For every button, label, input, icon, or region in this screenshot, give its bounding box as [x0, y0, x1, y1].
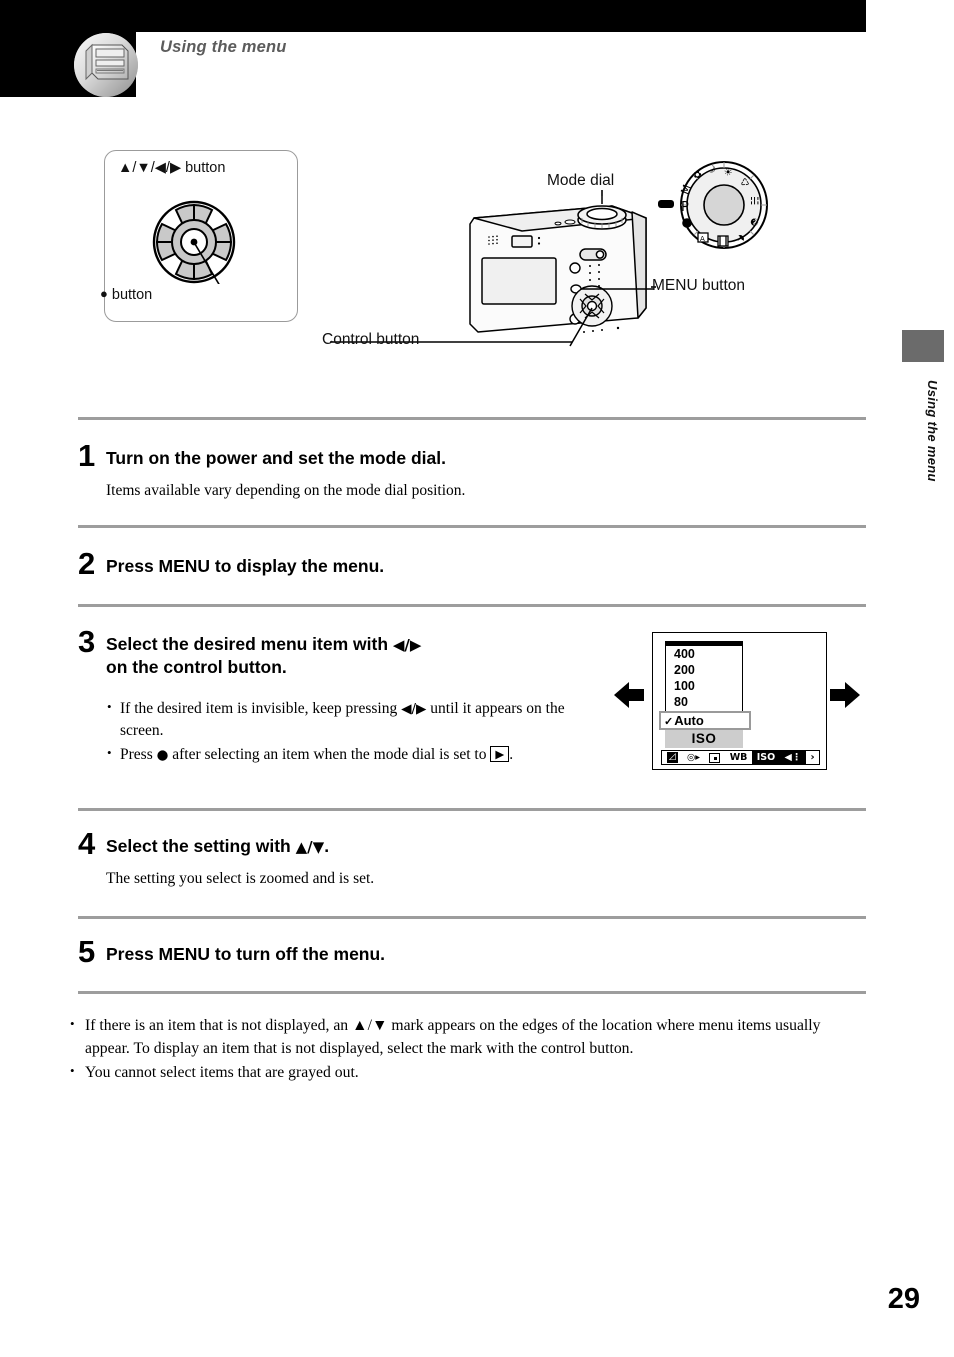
divider — [78, 604, 866, 607]
list-item[interactable]: 100 — [666, 678, 742, 694]
control-button-label: Control button — [322, 331, 420, 348]
mode-dial-index-mark — [658, 200, 674, 208]
lcd-screen-icon — [74, 33, 138, 97]
step-title-part2: on the control button. — [106, 657, 287, 678]
white-balance-icon[interactable]: WB — [725, 751, 752, 764]
focus-icon[interactable]: ◎▸ — [682, 751, 704, 764]
footer-notes: If there is an item that is not displaye… — [68, 1015, 868, 1085]
step-title: Press MENU to turn off the menu. — [106, 944, 386, 964]
svg-text:☵: ☵ — [748, 196, 759, 205]
step-number: 3 — [78, 624, 96, 659]
lcd-menu-bar: ◿ ◎▸ WB ISO ◀⋮ › — [661, 750, 820, 765]
center-button-dot-icon: ● — [100, 286, 108, 301]
left-arrow-icon — [612, 678, 646, 717]
list-item[interactable]: 200 — [666, 662, 742, 678]
left-right-key-glyph: ◀/▶ — [401, 701, 427, 717]
step-5: 5 Press MENU to turn off the menu. — [78, 936, 866, 986]
menu-category-label: ISO — [665, 730, 743, 748]
center-button-callout: ● button — [100, 286, 153, 303]
note-item: You cannot select items that are grayed … — [68, 1062, 868, 1085]
divider — [78, 916, 866, 919]
ev-compensation-icon[interactable]: ◿ — [662, 751, 682, 764]
page-number: 29 — [887, 1283, 920, 1315]
playback-mode-icon: ▶ — [490, 746, 510, 763]
divider — [78, 991, 866, 994]
up-down-key-glyph: ▲/▼ — [295, 838, 325, 856]
divider — [78, 808, 866, 811]
step-number: 2 — [78, 546, 96, 581]
selected-value[interactable]: ✓Auto — [659, 711, 751, 730]
bullet-item: If the desired item is invisible, keep p… — [106, 698, 586, 742]
step-3-bullets: If the desired item is invisible, keep p… — [106, 698, 586, 768]
mode-dial-label: Mode dial — [547, 172, 615, 189]
check-icon: ✓ — [664, 716, 674, 728]
step-4: 4 Select the setting with ▲/▼. The setti… — [78, 828, 866, 908]
mode-dial-illustration: M P A ☂ ☯ ☵ ♺ ☀ ☾ ✿ — [656, 157, 774, 259]
step-body: Items available vary depending on the mo… — [106, 482, 466, 499]
center-button-dot-icon: ● — [156, 747, 169, 763]
lcd-screen: 400 200 100 80 ✓Auto ISO ◿ ◎▸ WB ISO ◀⋮ … — [652, 632, 827, 770]
flash-level-icon[interactable]: ◀⋮ — [779, 751, 807, 764]
step-title: Select the desired menu item with ◀/▶ on… — [106, 633, 576, 679]
metering-spot-icon[interactable] — [705, 751, 725, 764]
control-wheel-illustration — [152, 200, 236, 297]
bullet-item: Press ● after selecting an item when the… — [106, 744, 586, 766]
step-number: 1 — [78, 438, 96, 473]
step-title: Press MENU to display the menu. — [106, 556, 385, 576]
iso-icon[interactable]: ISO — [752, 751, 780, 764]
step-number: 5 — [78, 934, 96, 969]
step-title-part1: Select the setting with — [106, 836, 296, 856]
manual-page: Using the menu ▲/▼/◀/▶ button ● button M… — [0, 0, 954, 1357]
left-right-key-glyph: ◀/▶ — [392, 636, 422, 654]
menu-button-label: MENU button — [652, 277, 746, 294]
divider — [78, 525, 866, 528]
lcd-menu-illustration: 400 200 100 80 ✓Auto ISO ◿ ◎▸ WB ISO ◀⋮ … — [612, 630, 868, 780]
list-item[interactable]: 80 — [666, 694, 742, 710]
list-item[interactable]: 400 — [666, 646, 742, 662]
step-title: Select the setting with ▲/▼. — [106, 836, 330, 856]
direction-button-label: ▲/▼/◀/▶ button — [118, 160, 226, 176]
side-tab-marker — [902, 330, 944, 362]
step-number: 4 — [78, 826, 96, 861]
step-body: The setting you select is zoomed and is … — [106, 870, 375, 887]
step-title: Turn on the power and set the mode dial. — [106, 448, 446, 468]
divider — [78, 417, 866, 420]
svg-text:P: P — [681, 200, 689, 215]
page-title: Using the menu — [160, 38, 287, 56]
step-2: 2 Press MENU to display the menu. — [78, 548, 866, 598]
svg-text:A: A — [700, 235, 705, 243]
side-tab-label: Using the menu — [925, 380, 940, 482]
step-title-part1: Select the desired menu item with — [106, 634, 393, 654]
note-item: If there is an item that is not displaye… — [68, 1015, 868, 1061]
step-1: 1 Turn on the power and set the mode dia… — [78, 440, 866, 520]
right-arrow-icon — [828, 678, 862, 717]
more-arrow-icon[interactable]: › — [806, 751, 819, 764]
